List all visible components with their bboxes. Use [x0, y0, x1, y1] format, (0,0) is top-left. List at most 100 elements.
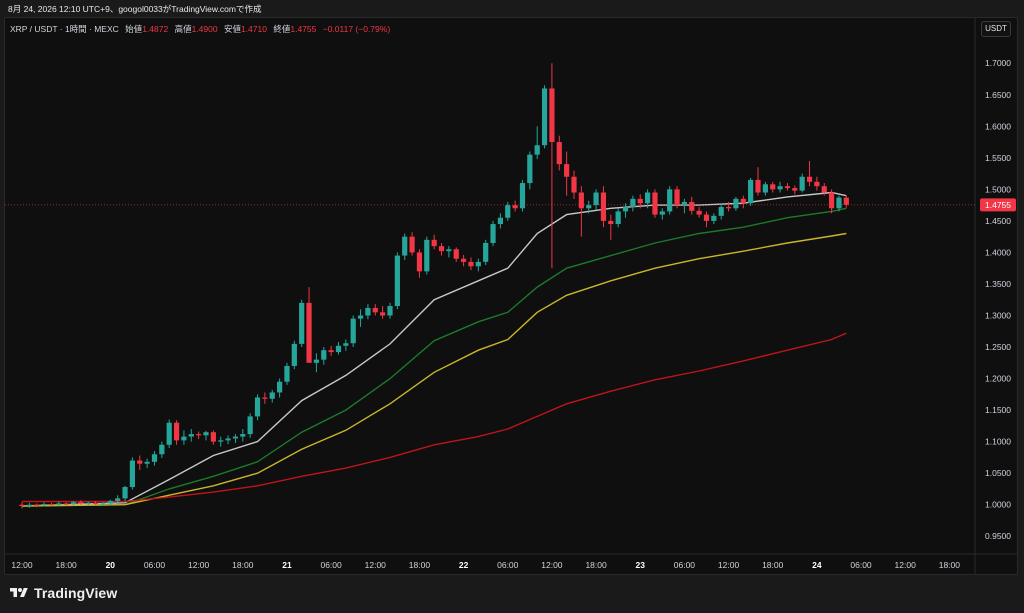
- candle-body[interactable]: [335, 345, 342, 353]
- candle-body[interactable]: [372, 307, 378, 313]
- candle-body[interactable]: [505, 205, 511, 218]
- candle-body[interactable]: [254, 397, 261, 417]
- candle-body[interactable]: [571, 176, 577, 193]
- candle-body[interactable]: [622, 207, 629, 212]
- candle-body[interactable]: [247, 416, 253, 435]
- tradingview-logo-icon[interactable]: [8, 586, 30, 600]
- candle-body[interactable]: [144, 461, 150, 464]
- candle-body[interactable]: [129, 460, 135, 488]
- candle-body[interactable]: [48, 504, 55, 506]
- candle-body[interactable]: [748, 179, 754, 204]
- candle-body[interactable]: [357, 315, 364, 319]
- candle-body[interactable]: [829, 192, 835, 209]
- candle-body[interactable]: [792, 188, 798, 191]
- candle-body[interactable]: [93, 502, 99, 505]
- candle-body[interactable]: [78, 502, 84, 504]
- candle-body[interactable]: [70, 502, 77, 505]
- currency-button[interactable]: USDT: [981, 21, 1011, 37]
- candle-body[interactable]: [696, 210, 702, 215]
- candle-body[interactable]: [188, 434, 194, 437]
- candle-body[interactable]: [41, 504, 47, 506]
- candle-body[interactable]: [321, 350, 327, 360]
- candle-body[interactable]: [409, 236, 415, 253]
- candle-body[interactable]: [328, 350, 334, 353]
- candle-body[interactable]: [703, 214, 710, 221]
- candle-body[interactable]: [659, 211, 665, 215]
- candle-body[interactable]: [667, 189, 673, 212]
- candle-body[interactable]: [115, 498, 121, 501]
- candle-body[interactable]: [416, 252, 423, 272]
- candle-body[interactable]: [166, 422, 172, 445]
- candle-body[interactable]: [527, 154, 533, 184]
- candle-body[interactable]: [107, 500, 113, 504]
- candle-body[interactable]: [541, 88, 548, 146]
- candle-body[interactable]: [821, 186, 827, 193]
- candle-body[interactable]: [173, 422, 180, 441]
- candle-body[interactable]: [556, 142, 562, 165]
- candle-body[interactable]: [284, 365, 290, 382]
- candle-body[interactable]: [725, 207, 732, 209]
- symbol-label[interactable]: XRP / USDT · 1時間 · MEXC: [10, 24, 119, 34]
- candle-body[interactable]: [306, 302, 312, 363]
- candle-body[interactable]: [85, 502, 91, 504]
- candle-body[interactable]: [564, 164, 570, 177]
- candle-body[interactable]: [313, 359, 319, 363]
- candle-body[interactable]: [461, 258, 467, 262]
- candle-body[interactable]: [652, 192, 658, 215]
- candle-body[interactable]: [196, 434, 202, 436]
- candle-body[interactable]: [645, 192, 651, 204]
- candle-body[interactable]: [394, 255, 400, 307]
- candle-body[interactable]: [490, 224, 496, 243]
- candle-body[interactable]: [159, 444, 165, 455]
- candle-body[interactable]: [806, 176, 813, 182]
- candle-body[interactable]: [63, 503, 69, 505]
- candle-body[interactable]: [578, 192, 584, 209]
- candle-body[interactable]: [240, 434, 246, 437]
- candle-body[interactable]: [387, 306, 393, 316]
- candle-body[interactable]: [718, 207, 724, 216]
- candle-body[interactable]: [203, 432, 209, 436]
- candle-body[interactable]: [608, 220, 614, 225]
- candle-body[interactable]: [600, 192, 607, 221]
- candle-body[interactable]: [137, 460, 143, 464]
- candle-body[interactable]: [19, 504, 25, 506]
- candle-body[interactable]: [291, 343, 297, 366]
- candle-body[interactable]: [343, 343, 349, 346]
- candle-body[interactable]: [34, 504, 40, 506]
- candle-body[interactable]: [26, 504, 32, 506]
- candle-body[interactable]: [365, 307, 371, 316]
- candle-body[interactable]: [637, 198, 643, 204]
- candle-body[interactable]: [468, 261, 474, 267]
- candle-body[interactable]: [777, 186, 783, 190]
- candle-body[interactable]: [122, 487, 128, 499]
- candle-body[interactable]: [534, 145, 540, 155]
- candle-body[interactable]: [549, 88, 555, 143]
- candle-body[interactable]: [218, 440, 224, 442]
- candle-body[interactable]: [483, 242, 489, 262]
- candle-body[interactable]: [181, 436, 187, 441]
- candle-body[interactable]: [225, 438, 231, 441]
- candle-body[interactable]: [762, 184, 768, 193]
- candle-body[interactable]: [151, 454, 158, 462]
- candle-body[interactable]: [755, 179, 761, 193]
- candle-body[interactable]: [402, 236, 408, 256]
- candle-body[interactable]: [475, 261, 481, 267]
- candle-body[interactable]: [615, 211, 621, 225]
- candle-body[interactable]: [350, 318, 356, 344]
- candle-body[interactable]: [733, 198, 739, 209]
- candle-body[interactable]: [232, 436, 239, 439]
- candle-body[interactable]: [784, 186, 791, 189]
- candle-body[interactable]: [630, 198, 636, 208]
- candle-body[interactable]: [269, 392, 275, 399]
- candle-body[interactable]: [438, 246, 445, 252]
- candle-body[interactable]: [674, 189, 680, 206]
- candle-body[interactable]: [814, 181, 820, 187]
- candle-body[interactable]: [56, 503, 62, 505]
- candle-body[interactable]: [262, 397, 268, 399]
- price-chart[interactable]: 1.7000 1.6500 1.6000 1.5500 1.5000 1.4500 1.40…: [0, 0, 1024, 613]
- candle-body[interactable]: [740, 198, 746, 204]
- candle-body[interactable]: [299, 302, 305, 344]
- candle-body[interactable]: [836, 197, 842, 209]
- candle-body[interactable]: [380, 312, 386, 316]
- candle-body[interactable]: [431, 239, 437, 247]
